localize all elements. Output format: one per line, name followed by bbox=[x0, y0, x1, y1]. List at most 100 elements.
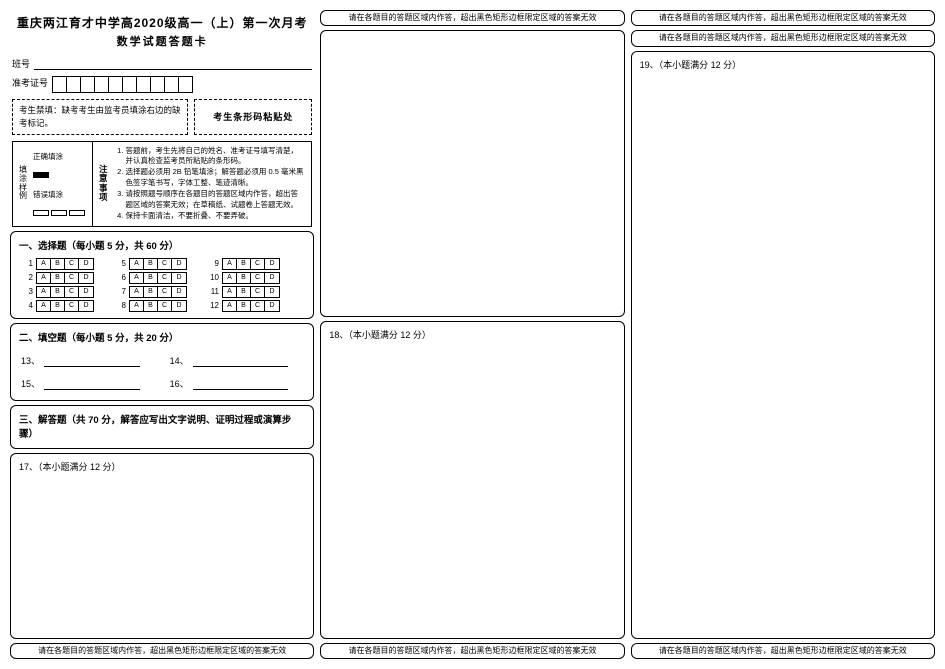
instruction-box: 填涂样例 正确填涂 错误填涂 注意事项 bbox=[12, 141, 312, 227]
option-bubble[interactable]: D bbox=[79, 301, 93, 311]
option-bubble[interactable]: D bbox=[172, 259, 186, 269]
q19-panel: 19、（本小题满分 12 分） bbox=[631, 51, 935, 639]
option-bubble[interactable]: B bbox=[51, 273, 65, 283]
class-input[interactable] bbox=[34, 58, 312, 70]
fill-blank-number: 13、 bbox=[21, 354, 40, 367]
answer-header-panel: 三、解答题（共 70 分，解答应写出文字说明、证明过程或演算步骤） bbox=[10, 405, 314, 449]
question-number: 8 bbox=[112, 301, 126, 310]
option-bubbles[interactable]: ABCD bbox=[129, 300, 187, 312]
ticket-number-grid[interactable] bbox=[52, 76, 193, 93]
option-bubble[interactable]: D bbox=[265, 287, 279, 297]
option-bubble[interactable]: C bbox=[65, 259, 79, 269]
choice-row: 7ABCD bbox=[112, 286, 187, 298]
option-bubble[interactable]: A bbox=[37, 273, 51, 283]
option-bubble[interactable]: B bbox=[237, 287, 251, 297]
option-bubble[interactable]: C bbox=[65, 301, 79, 311]
fill-blank-number: 15、 bbox=[21, 377, 40, 390]
choice-row: 9ABCD bbox=[205, 258, 280, 270]
option-bubble[interactable]: A bbox=[223, 259, 237, 269]
fill-blank-line[interactable] bbox=[44, 380, 140, 390]
choice-row: 10ABCD bbox=[205, 272, 280, 284]
fill-blank-line[interactable] bbox=[193, 357, 289, 367]
wrong-fill-icons bbox=[33, 210, 88, 216]
option-bubble[interactable]: D bbox=[265, 259, 279, 269]
option-bubble[interactable]: D bbox=[172, 287, 186, 297]
column-1: 重庆两江育才中学高2020级高一（上）第一次月考 数学试题答题卡 班号 准考证号… bbox=[10, 10, 314, 659]
option-bubble[interactable]: C bbox=[251, 259, 265, 269]
option-bubble[interactable]: A bbox=[223, 273, 237, 283]
option-bubble[interactable]: C bbox=[158, 273, 172, 283]
question-number: 7 bbox=[112, 287, 126, 296]
option-bubble[interactable]: D bbox=[265, 273, 279, 283]
answer-title: 三、解答题（共 70 分，解答应写出文字说明、证明过程或演算步骤） bbox=[19, 412, 305, 440]
option-bubble[interactable]: B bbox=[144, 273, 158, 283]
option-bubble[interactable]: D bbox=[265, 301, 279, 311]
fill-blank-line[interactable] bbox=[193, 380, 289, 390]
choice-column: 1ABCD 2ABCD 3ABCD 4ABCD bbox=[19, 258, 94, 312]
option-bubbles[interactable]: ABCD bbox=[222, 272, 280, 284]
option-bubble[interactable]: C bbox=[251, 273, 265, 283]
option-bubble[interactable]: C bbox=[158, 301, 172, 311]
fill-blank-number: 14、 bbox=[170, 354, 189, 367]
choice-row: 1ABCD bbox=[19, 258, 94, 270]
fill-panel: 二、填空题（每小题 5 分，共 20 分） 13、14、15、16、 bbox=[10, 323, 314, 401]
option-bubble[interactable]: D bbox=[172, 273, 186, 283]
option-bubbles[interactable]: ABCD bbox=[222, 300, 280, 312]
option-bubble[interactable]: A bbox=[130, 259, 144, 269]
option-bubble[interactable]: D bbox=[79, 259, 93, 269]
choice-row: 2ABCD bbox=[19, 272, 94, 284]
option-bubble[interactable]: B bbox=[237, 273, 251, 283]
choice-row: 3ABCD bbox=[19, 286, 94, 298]
option-bubble[interactable]: B bbox=[237, 301, 251, 311]
option-bubble[interactable]: C bbox=[65, 273, 79, 283]
question-number: 12 bbox=[205, 301, 219, 310]
option-bubble[interactable]: A bbox=[130, 301, 144, 311]
option-bubbles[interactable]: ABCD bbox=[222, 286, 280, 298]
option-bubble[interactable]: A bbox=[223, 287, 237, 297]
option-bubble[interactable]: B bbox=[51, 259, 65, 269]
option-bubble[interactable]: B bbox=[237, 259, 251, 269]
option-bubbles[interactable]: ABCD bbox=[129, 286, 187, 298]
option-bubbles[interactable]: ABCD bbox=[129, 258, 187, 270]
column-3: 请在各题目的答题区域内作答，超出黑色矩形边框限定区域的答案无效 请在各题目的答题… bbox=[631, 10, 935, 659]
option-bubbles[interactable]: ABCD bbox=[222, 258, 280, 270]
option-bubble[interactable]: C bbox=[158, 287, 172, 297]
option-bubble[interactable]: B bbox=[144, 259, 158, 269]
option-bubbles[interactable]: ABCD bbox=[129, 272, 187, 284]
option-bubble[interactable]: D bbox=[79, 287, 93, 297]
option-bubble[interactable]: A bbox=[223, 301, 237, 311]
option-bubble[interactable]: C bbox=[251, 287, 265, 297]
question-number: 10 bbox=[205, 273, 219, 282]
option-bubbles[interactable]: ABCD bbox=[36, 286, 94, 298]
class-row: 班号 bbox=[12, 57, 312, 70]
option-bubble[interactable]: A bbox=[130, 287, 144, 297]
fill-blank-line[interactable] bbox=[44, 357, 140, 367]
option-bubble[interactable]: C bbox=[158, 259, 172, 269]
option-bubble[interactable]: A bbox=[37, 301, 51, 311]
fill-blank-item: 14、 bbox=[170, 354, 289, 367]
option-bubble[interactable]: B bbox=[51, 287, 65, 297]
choice-row: 4ABCD bbox=[19, 300, 94, 312]
notice-and-barcode: 考生禁填：缺考考生由监考员填涂右边的缺考标记。 考生条形码粘贴处 bbox=[12, 99, 312, 135]
attention-label: 注意事项 bbox=[99, 146, 108, 222]
option-bubble[interactable]: A bbox=[37, 259, 51, 269]
choice-groups: 1ABCD2ABCD3ABCD4ABCD5ABCD6ABCD7ABCD8ABCD… bbox=[19, 258, 305, 312]
examinee-notice: 考生禁填：缺考考生由监考员填涂右边的缺考标记。 bbox=[12, 99, 188, 135]
option-bubbles[interactable]: ABCD bbox=[36, 258, 94, 270]
option-bubbles[interactable]: ABCD bbox=[36, 272, 94, 284]
option-bubble[interactable]: D bbox=[172, 301, 186, 311]
column-2: 请在各题目的答题区域内作答，超出黑色矩形边框限定区域的答案无效 18、（本小题满… bbox=[320, 10, 624, 659]
option-bubble[interactable]: B bbox=[51, 301, 65, 311]
option-bubbles[interactable]: ABCD bbox=[36, 300, 94, 312]
option-bubble[interactable]: B bbox=[144, 287, 158, 297]
fill-lines: 13、14、15、16、 bbox=[19, 350, 305, 394]
correct-fill-icon bbox=[33, 172, 49, 178]
option-bubble[interactable]: D bbox=[79, 273, 93, 283]
option-bubble[interactable]: C bbox=[65, 287, 79, 297]
q19-label: 19、（本小题满分 12 分） bbox=[640, 58, 926, 71]
option-bubble[interactable]: A bbox=[37, 287, 51, 297]
option-bubble[interactable]: C bbox=[251, 301, 265, 311]
option-bubble[interactable]: B bbox=[144, 301, 158, 311]
correct-fill: 正确填涂 bbox=[33, 151, 88, 162]
option-bubble[interactable]: A bbox=[130, 273, 144, 283]
